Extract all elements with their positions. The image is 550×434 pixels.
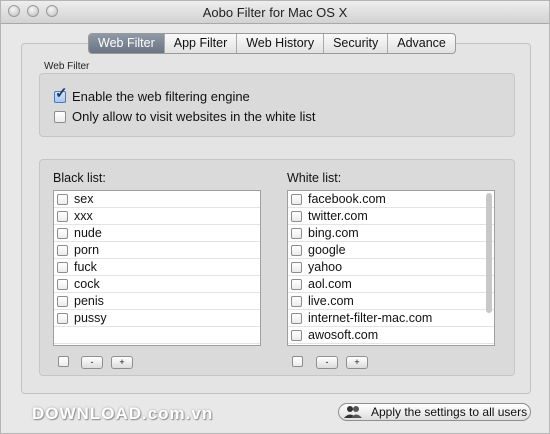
- tab-bar: Web Filter App Filter Web History Securi…: [88, 33, 456, 54]
- list-item[interactable]: fuck: [54, 259, 260, 276]
- item-label: bing.com: [308, 226, 359, 240]
- black-list-label: Black list:: [53, 171, 106, 185]
- item-checkbox[interactable]: [57, 244, 68, 256]
- item-label: yahoo: [308, 260, 343, 274]
- main-panel: Web Filter ✓ Enable the web filtering en…: [21, 43, 531, 394]
- item-label: cock: [74, 277, 100, 291]
- item-checkbox[interactable]: [57, 227, 68, 239]
- checkmark-icon: ✓: [55, 84, 68, 102]
- item-label: live.com: [308, 294, 354, 308]
- whitelist-only-label: Only allow to visit websites in the whit…: [72, 109, 316, 124]
- list-item[interactable]: porn: [54, 242, 260, 259]
- list-item[interactable]: internet-filter-mac.com: [288, 310, 494, 327]
- item-label: aol.com: [308, 277, 352, 291]
- item-label: facebook.com: [308, 192, 386, 206]
- black-list[interactable]: sex xxx nude porn fuck cock penis pussy: [53, 190, 261, 346]
- white-list-add-button[interactable]: +: [346, 356, 368, 369]
- item-checkbox[interactable]: [291, 312, 302, 324]
- users-icon: [343, 405, 363, 419]
- list-item[interactable]: yahoo: [288, 259, 494, 276]
- apply-settings-label: Apply the settings to all users: [371, 405, 528, 419]
- white-list-label: White list:: [287, 171, 342, 185]
- tab-web-history[interactable]: Web History: [237, 34, 325, 53]
- web-filter-options-group: ✓ Enable the web filtering engine Only a…: [39, 73, 515, 137]
- item-checkbox[interactable]: [57, 312, 68, 324]
- item-label: internet-filter-mac.com: [308, 311, 433, 325]
- list-item[interactable]: nude: [54, 225, 260, 242]
- apply-settings-button[interactable]: Apply the settings to all users: [338, 403, 531, 421]
- enable-filtering-checkbox[interactable]: ✓: [54, 86, 68, 103]
- item-checkbox[interactable]: [57, 210, 68, 222]
- whitelist-only-checkbox[interactable]: [54, 110, 66, 123]
- item-label: awosoft.com: [308, 328, 379, 342]
- item-label: pussy: [74, 311, 107, 325]
- item-checkbox[interactable]: [291, 295, 302, 307]
- list-item[interactable]: twitter.com: [288, 208, 494, 225]
- title-bar: Aobo Filter for Mac OS X: [1, 1, 549, 24]
- item-checkbox[interactable]: [57, 278, 68, 290]
- list-item[interactable]: pussy: [54, 310, 260, 327]
- tab-web-filter[interactable]: Web Filter: [89, 34, 165, 53]
- item-label: porn: [74, 243, 100, 257]
- item-checkbox[interactable]: [291, 227, 302, 239]
- download-watermark: DOWNLOAD.com.vn: [32, 404, 214, 423]
- item-checkbox[interactable]: [291, 244, 302, 256]
- tab-advance[interactable]: Advance: [388, 34, 455, 53]
- enable-filtering-label: Enable the web filtering engine: [72, 89, 250, 104]
- list-item[interactable]: cock: [54, 276, 260, 293]
- black-list-select-all-checkbox[interactable]: [58, 356, 69, 367]
- whitelist-only-option[interactable]: Only allow to visit websites in the whit…: [54, 109, 315, 124]
- item-checkbox[interactable]: [291, 193, 302, 205]
- list-item[interactable]: facebook.com: [288, 191, 494, 208]
- list-item[interactable]: xxx: [54, 208, 260, 225]
- item-checkbox[interactable]: [291, 278, 302, 290]
- white-list-remove-button[interactable]: -: [316, 356, 338, 369]
- list-item-empty: [54, 327, 260, 344]
- list-item[interactable]: penis: [54, 293, 260, 310]
- item-label: nude: [74, 226, 102, 240]
- item-checkbox[interactable]: [57, 295, 68, 307]
- item-label: xxx: [74, 209, 93, 223]
- tab-security[interactable]: Security: [324, 34, 389, 53]
- item-label: google: [308, 243, 346, 257]
- item-label: fuck: [74, 260, 97, 274]
- item-checkbox[interactable]: [291, 329, 302, 341]
- white-list-scrollbar[interactable]: [486, 193, 492, 313]
- list-item[interactable]: sex: [54, 191, 260, 208]
- list-item[interactable]: aol.com: [288, 276, 494, 293]
- item-label: penis: [74, 294, 104, 308]
- tab-app-filter[interactable]: App Filter: [165, 34, 238, 53]
- item-checkbox[interactable]: [291, 210, 302, 222]
- list-item[interactable]: live.com: [288, 293, 494, 310]
- enable-filtering-option[interactable]: ✓ Enable the web filtering engine: [54, 86, 250, 104]
- window-title: Aobo Filter for Mac OS X: [202, 5, 348, 20]
- black-list-remove-button[interactable]: -: [81, 356, 103, 369]
- list-item[interactable]: awosoft.com: [288, 327, 494, 344]
- item-checkbox[interactable]: [57, 261, 68, 273]
- item-checkbox[interactable]: [291, 261, 302, 273]
- list-item[interactable]: bing.com: [288, 225, 494, 242]
- item-label: twitter.com: [308, 209, 368, 223]
- white-list[interactable]: facebook.com twitter.com bing.com google…: [287, 190, 495, 346]
- list-item[interactable]: google: [288, 242, 494, 259]
- app-window: Aobo Filter for Mac OS X Web Filter App …: [0, 0, 550, 434]
- black-list-add-button[interactable]: +: [111, 356, 133, 369]
- white-list-select-all-checkbox[interactable]: [292, 356, 303, 367]
- lists-group: Black list: White list: sex xxx nude por…: [39, 159, 515, 376]
- web-filter-section-title: Web Filter: [44, 61, 90, 72]
- item-checkbox[interactable]: [57, 193, 68, 205]
- item-label: sex: [74, 192, 94, 206]
